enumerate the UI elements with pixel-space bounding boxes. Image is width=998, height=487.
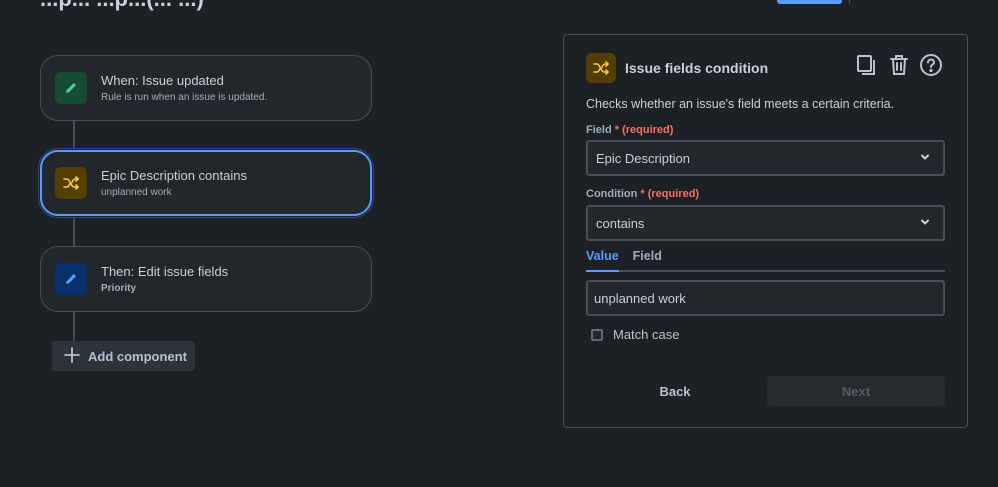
panel-description: Checks whether an issue's field meets a … (586, 97, 895, 111)
trash-icon[interactable] (887, 53, 911, 77)
condition-card[interactable]: Epic Description contains unplanned work (40, 150, 372, 216)
pencil-icon (55, 72, 87, 104)
chevron-down-icon (919, 216, 931, 231)
required-text: (required) (647, 188, 700, 200)
action-subtitle: Priority (101, 283, 137, 294)
trigger-title: When: Issue updated (101, 73, 224, 88)
trigger-card[interactable]: When: Issue updated Rule is run when an … (40, 55, 372, 121)
condition-config-panel: Issue fields condition Checks whether an… (563, 34, 968, 428)
flow-connector (73, 121, 75, 150)
header-primary-button[interactable] (777, 0, 842, 4)
panel-title: Issue fields condition (625, 60, 769, 76)
match-case-row[interactable]: Match case (591, 327, 679, 342)
pencil-icon (55, 263, 87, 295)
add-component-label: Add component (88, 348, 187, 364)
value-tabs: Value Field (586, 249, 945, 272)
trigger-subtitle: Rule is run when an issue is updated. (101, 92, 268, 103)
condition-select-value: contains (596, 215, 645, 231)
condition-subtitle: unplanned work (101, 187, 172, 198)
back-button[interactable]: Back (636, 376, 714, 406)
field-select-value: Epic Description (596, 150, 690, 166)
chevron-down-icon (919, 151, 931, 166)
tab-field[interactable]: Field (633, 249, 662, 270)
next-button[interactable]: Next (767, 376, 945, 406)
tab-value[interactable]: Value (586, 249, 619, 272)
action-card[interactable]: Then: Edit issue fields Priority (40, 246, 372, 312)
required-text: (required) (622, 124, 674, 136)
match-case-checkbox[interactable] (591, 328, 603, 341)
value-input[interactable]: unplanned work (586, 280, 945, 316)
condition-label: Condition * (required) (586, 188, 700, 200)
condition-title: Epic Description contains (101, 168, 247, 183)
field-select[interactable]: Epic Description (586, 140, 945, 176)
shuffle-icon (586, 53, 616, 83)
plus-icon (64, 346, 80, 366)
add-component-button[interactable]: Add component (52, 341, 195, 371)
condition-select[interactable]: contains (586, 205, 945, 241)
action-title: Then: Edit issue fields (101, 264, 229, 279)
shuffle-icon (55, 167, 87, 199)
field-label: Field * (required) (586, 124, 674, 136)
flow-connector (73, 216, 75, 246)
copy-icon[interactable] (855, 53, 879, 77)
match-case-label: Match case (613, 327, 680, 342)
page-title: ...p... ...p...(... ...) (40, 0, 204, 12)
header-divider (849, 0, 850, 4)
help-icon[interactable] (919, 53, 943, 77)
